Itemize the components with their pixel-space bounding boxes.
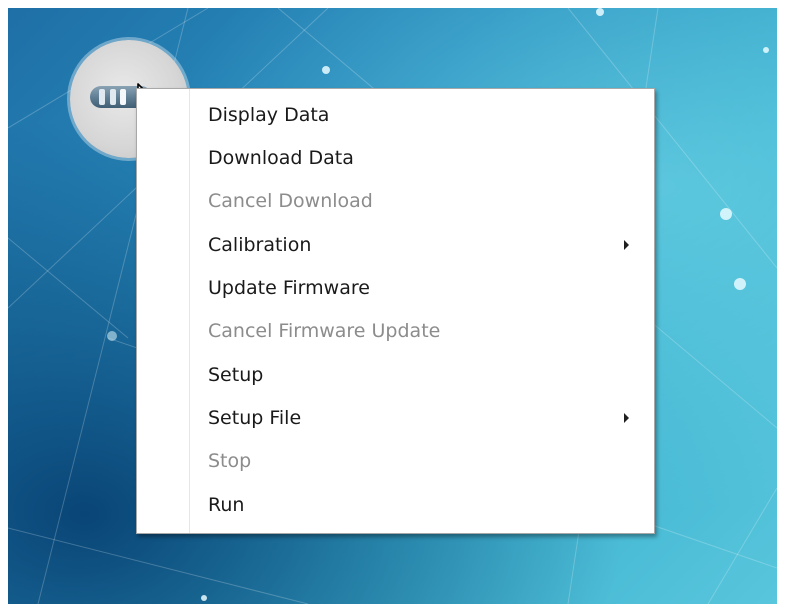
menu-item-label: Run [208,493,245,516]
logger-band [120,89,126,105]
menu-item-cancel-download[interactable]: Cancel Download [139,179,652,222]
menu-item-label: Stop [208,449,252,472]
menu-item-cancel-firmware-update[interactable]: Cancel Firmware Update [139,309,652,352]
menu-item-setup-file[interactable]: Setup File [139,396,652,439]
menu-item-update-firmware[interactable]: Update Firmware [139,266,652,309]
menu-item-download-data[interactable]: Download Data [139,136,652,179]
logger-band [110,89,116,105]
context-menu: Display Data Download Data Cancel Downlo… [136,88,655,534]
menu-item-run[interactable]: Run [139,483,652,526]
menu-item-display-data[interactable]: Display Data [139,93,652,136]
menu-item-label: Update Firmware [208,276,370,299]
chevron-right-icon [624,412,629,423]
logger-band [99,89,105,105]
menu-item-calibration[interactable]: Calibration [139,223,652,266]
menu-item-label: Setup [208,363,264,386]
menu-item-label: Cancel Download [208,189,373,212]
menu-item-label: Display Data [208,103,330,126]
menu-item-label: Setup File [208,406,302,429]
chevron-right-icon [624,239,629,250]
menu-item-label: Calibration [208,233,312,256]
menu-item-stop[interactable]: Stop [139,439,652,482]
menu-item-label: Download Data [208,146,354,169]
menu-item-setup[interactable]: Setup [139,353,652,396]
menu-item-label: Cancel Firmware Update [208,319,441,342]
